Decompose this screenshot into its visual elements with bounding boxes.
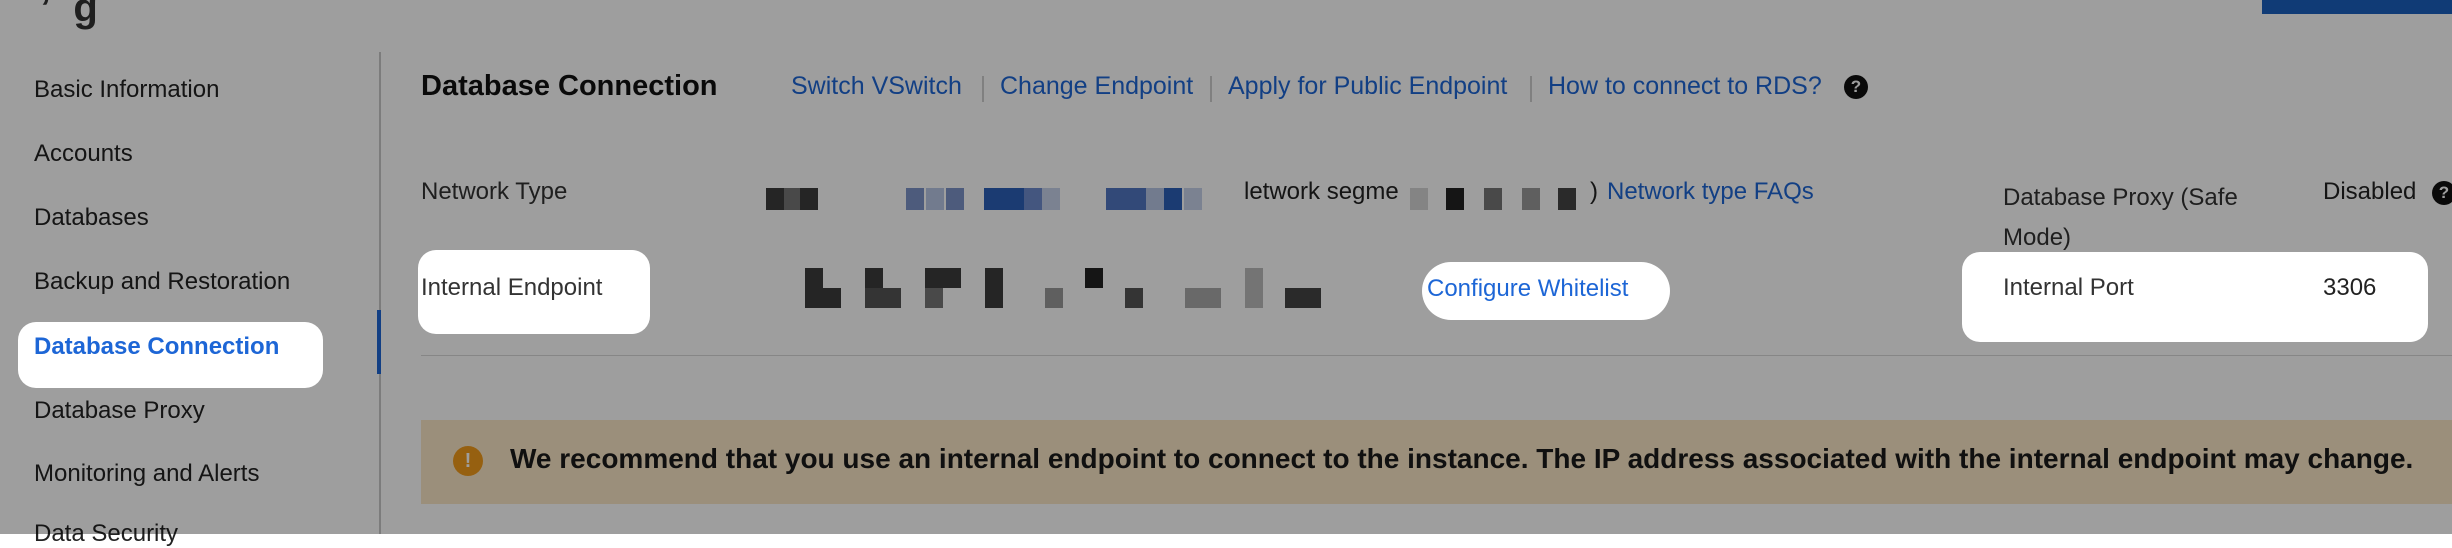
sidebar-divider (379, 52, 381, 534)
link-separator (1210, 76, 1212, 102)
internal-endpoint-value-redacted (805, 268, 1345, 308)
network-type-label: Network Type (421, 178, 568, 205)
internal-port-value: 3306 (2323, 274, 2377, 301)
sidebar-active-indicator (377, 310, 381, 374)
row-divider (421, 355, 2452, 356)
sidebar-item-data-security[interactable]: Data Security (34, 520, 178, 548)
sidebar-item-basic-information[interactable]: Basic Information (34, 76, 219, 104)
sidebar-item-databases[interactable]: Databases (34, 204, 149, 232)
sidebar-item-accounts[interactable]: Accounts (34, 140, 133, 168)
sidebar-item-database-connection[interactable]: Database Connection (34, 333, 279, 361)
primary-action-button[interactable] (2262, 0, 2452, 14)
sidebar-item-monitoring-alerts[interactable]: Monitoring and Alerts (34, 460, 259, 488)
question-circle-icon[interactable]: ? (2432, 181, 2452, 205)
sidebar-item-backup-restoration[interactable]: Backup and Restoration (34, 268, 290, 296)
question-circle-icon[interactable]: ? (1844, 75, 1868, 99)
alert-message: We recommend that you use an internal en… (510, 443, 2414, 474)
network-type-faqs-link[interactable]: Network type FAQs (1607, 178, 1814, 206)
network-segment-redacted (1410, 188, 1590, 210)
network-segment-text: letwork segme (1244, 178, 1399, 205)
link-separator (1530, 76, 1532, 102)
link-separator (982, 76, 984, 102)
close-paren-text: ) (1590, 178, 1598, 205)
how-to-connect-link[interactable]: How to connect to RDS? (1548, 72, 1822, 101)
sidebar-item-database-proxy[interactable]: Database Proxy (34, 397, 205, 425)
database-proxy-status: Disabled (2323, 178, 2417, 205)
configure-whitelist-link[interactable]: Configure Whitelist (1427, 275, 1628, 303)
change-endpoint-link[interactable]: Change Endpoint (1000, 72, 1193, 101)
database-proxy-label: Database Proxy (Safe Mode) (2003, 184, 2238, 251)
internal-port-label: Internal Port (2003, 274, 2134, 301)
switch-vswitch-link[interactable]: Switch VSwitch (791, 72, 962, 101)
internal-endpoint-label: Internal Endpoint (421, 274, 603, 301)
page-heading-fragment: ʼ g (40, 0, 98, 30)
warning-circle-icon: ! (453, 446, 483, 476)
network-type-value-redacted (766, 188, 1246, 210)
page-title: Database Connection (421, 70, 718, 102)
apply-public-endpoint-link[interactable]: Apply for Public Endpoint (1228, 72, 1507, 101)
